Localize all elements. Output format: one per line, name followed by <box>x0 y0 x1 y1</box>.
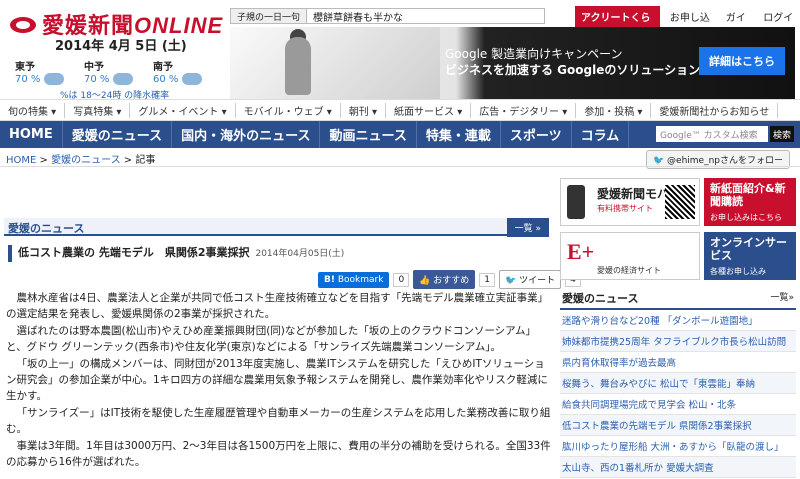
breadcrumb-current: 記事 <box>135 155 156 166</box>
list-item[interactable]: 給食共同調理場完成で見学会 松山・北条 <box>560 394 796 415</box>
cloud-rain-icon <box>113 73 134 85</box>
bookmark-count: 0 <box>393 272 410 287</box>
haiku-tag: 子規の一日一句 <box>231 9 308 23</box>
twitter-bird-icon: 🐦 <box>505 276 517 286</box>
sidebar: 愛媛新聞モバイル 有料携帯サイト 新紙面紹介&新聞購読 お申し込みはこちら E+ … <box>560 178 796 478</box>
e-plus-logo: E+ <box>567 239 595 264</box>
weather-chuyo[interactable]: 中予 70 % <box>84 58 139 85</box>
list-item[interactable]: 桜舞う、舞台みやびに 松山で「東雲能」奉納 <box>560 373 796 394</box>
nav-video-news[interactable]: 動画ニュース <box>320 121 417 148</box>
subnav-item[interactable]: 愛媛新聞社からお知らせ <box>651 103 779 118</box>
list-item[interactable]: 肱川ゆったり屋形船 大洲・あすから「臥龍の渡し」 <box>560 436 796 457</box>
sub-navigation: 旬の特集 ▾ 写真特集 ▾ グルメ・イベント ▾ モバイル・ウェブ ▾ 朝刊 ▾… <box>0 101 800 121</box>
breadcrumb: HOME > 愛媛のニュース > 記事 <box>6 155 156 166</box>
facebook-recommend-button[interactable]: 👍 おすすめ <box>413 270 476 289</box>
logo-mark-icon <box>8 13 38 35</box>
nav-home[interactable]: HOME <box>0 121 63 148</box>
e-plus-promo[interactable]: E+ 愛媛の経済サイト <box>560 232 700 280</box>
article-paragraph: 「坂の上一」の構成メンバーは、同財団が2013年度実施し、農業ITシステムを研究… <box>6 358 548 402</box>
search-input[interactable]: Google™ カスタム検索 <box>656 126 768 142</box>
nav-features[interactable]: 特集・連載 <box>417 121 501 148</box>
banner-line2: ビジネスを加速する Googleのソリューション <box>445 63 701 77</box>
subnav-item[interactable]: 広告・デジタリー ▾ <box>471 103 577 118</box>
banner-button[interactable]: 詳細はこちら <box>699 47 785 75</box>
divider <box>0 166 800 167</box>
banner-photo <box>230 27 440 99</box>
section-header: 愛媛のニュース 一覧 » <box>4 218 549 237</box>
article-date: 2014年04月05日(土) <box>255 249 345 259</box>
breadcrumb-home[interactable]: HOME <box>6 155 36 166</box>
haiku-text: 櫻餅草餅春も半かな <box>313 12 404 24</box>
subnav-item[interactable]: 写真特集 ▾ <box>65 103 131 118</box>
nav-world-news[interactable]: 国内・海外のニュース <box>172 121 321 148</box>
list-item[interactable]: 県内育休取得率が過去最高 <box>560 352 796 373</box>
subnav-item[interactable]: モバイル・ウェブ ▾ <box>236 103 341 118</box>
twitter-bird-icon: 🐦 <box>652 156 665 166</box>
social-buttons: B! Bookmark 0 👍 おすすめ 1 🐦 ツイート 4 <box>318 270 581 289</box>
subscribe-promo[interactable]: 新紙面紹介&新聞購読 お申し込みはこちら <box>704 178 796 226</box>
online-service-promo[interactable]: オンラインサービス 各種お申し込み <box>704 232 796 280</box>
sidebar-news: 愛媛のニュース 一覧» 迷路や滑り台など20種 「ダンボール遊園地」 姉妹都市提携… <box>560 288 796 478</box>
weather-note: %は 18〜24時 の降水確率 <box>60 91 170 101</box>
nav-ehime-news[interactable]: 愛媛のニュース <box>63 121 173 148</box>
tweet-button[interactable]: 🐦 ツイート <box>499 270 562 289</box>
main-navigation: HOME 愛媛のニュース 国内・海外のニュース 動画ニュース 特集・連載 スポー… <box>0 121 800 148</box>
haiku-strip[interactable]: 子規の一日一句 櫻餅草餅春も半かな <box>230 8 545 24</box>
ad-banner[interactable]: Google 製造業向けキャンペーン ビジネスを加速する Googleのソリュー… <box>230 27 795 99</box>
breadcrumb-section[interactable]: 愛媛のニュース <box>51 155 121 166</box>
qr-code-icon <box>665 185 695 219</box>
sidebar-news-title: 愛媛のニュース <box>562 292 639 305</box>
weather-panel: 東予 70 % 中予 70 % 南予 60 % <box>15 58 208 85</box>
article-headline: 低コスト農業の 先端モデル 県関係2事業採択 <box>18 246 250 259</box>
article-paragraph: 事業は3年間。1年目は3000万円、2〜3年目は各1500万円を上限に、費用の半… <box>6 440 551 468</box>
subnav-item[interactable]: グルメ・イベント ▾ <box>130 103 236 118</box>
section-title: 愛媛のニュース <box>8 222 85 235</box>
article-body: 農林水産省は4日、農業法人と企業が共同で低コスト生産技術確立などを目指す「先端モ… <box>6 290 551 471</box>
subnav-item[interactable]: 紙面サービス ▾ <box>386 103 472 118</box>
current-date: 2014年 4月 5日 (土) <box>55 39 187 54</box>
mobile-promo[interactable]: 愛媛新聞モバイル 有料携帯サイト <box>560 178 700 226</box>
cloud-rain-icon <box>44 73 65 85</box>
article-paragraph: 「サンライズー」はIT技術を駆使した生産履歴管理や自動車メーカーの生産システムを… <box>6 407 551 435</box>
phone-icon <box>567 185 585 219</box>
thumbs-up-icon: 👍 <box>419 276 431 286</box>
hatena-bookmark-button[interactable]: B! Bookmark <box>318 271 390 288</box>
subnav-item[interactable]: 参加・投稿 ▾ <box>576 103 652 118</box>
list-item[interactable]: 低コスト農業の先端モデル 県関係2事業採択 <box>560 415 796 436</box>
weather-toyo[interactable]: 東予 70 % <box>15 58 70 85</box>
search-button[interactable]: 検索 <box>770 126 794 142</box>
article-paragraph: 選ばれたのは野本農園(松山市)やえひめ産業振興財団(同)などが参加した「坂の上の… <box>6 325 536 353</box>
section-more-link[interactable]: 一覧 » <box>506 218 549 237</box>
banner-line1: Google 製造業向けキャンペーン <box>445 47 623 61</box>
article-title: 低コスト農業の 先端モデル 県関係2事業採択 2014年04月05日(土) <box>8 245 548 262</box>
nav-sports[interactable]: スポーツ <box>501 121 572 148</box>
nav-column[interactable]: コラム <box>572 121 630 148</box>
subnav-item[interactable]: 旬の特集 ▾ <box>0 103 66 118</box>
subnav-item[interactable]: 朝刊 ▾ <box>341 103 387 118</box>
article-paragraph: 農林水産省は4日、農業法人と企業が共同で低コスト生産技術確立などを目指す「先端モ… <box>6 292 549 320</box>
weather-nanyo[interactable]: 南予 60 % <box>153 58 208 85</box>
sidebar-news-more[interactable]: 一覧» <box>770 290 794 306</box>
header: 愛媛新聞ONLINE 2014年 4月 5日 (土) 東予 70 % 中予 70 %… <box>0 0 800 101</box>
follow-label: @ehime_npさんをフォロー <box>667 156 783 166</box>
list-item[interactable]: 迷路や滑り台など20種 「ダンボール遊園地」 <box>560 310 796 331</box>
list-item[interactable]: 姉妹都市提携25周年 タフライブルク市長ら松山訪問 <box>560 331 796 352</box>
recommend-count: 1 <box>479 272 496 287</box>
cloud-rain-icon <box>182 73 203 85</box>
list-item[interactable]: 太山寺、西の1番札所か 愛媛大調査 <box>560 457 796 478</box>
